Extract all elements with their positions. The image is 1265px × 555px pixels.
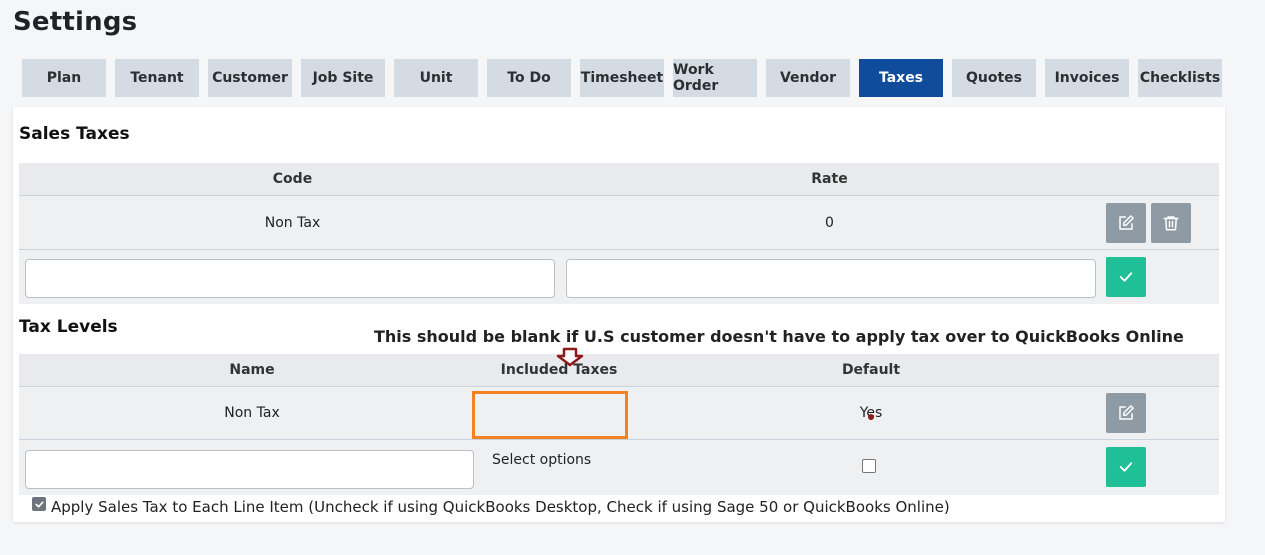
annotation-dot: [868, 414, 874, 420]
sales-tax-rate: 0: [825, 214, 834, 231]
tab-timesheet[interactable]: Timesheet: [580, 59, 664, 97]
edit-icon: [1119, 405, 1134, 420]
tab-quotes[interactable]: Quotes: [952, 59, 1036, 97]
annotation-text: This should be blank if U.S customer doe…: [374, 327, 1184, 346]
new-tax-level-name-input[interactable]: [25, 450, 474, 489]
tax-levels-title: Tax Levels: [19, 317, 118, 337]
trash-icon: [1163, 216, 1179, 231]
tax-level-name: Non Tax: [224, 405, 280, 421]
edit-tax-level-button[interactable]: [1106, 393, 1146, 433]
tab-unit[interactable]: Unit: [394, 59, 478, 97]
tab-job-site[interactable]: Job Site: [301, 59, 385, 97]
taxes-card: Sales Taxes Code Rate Non Tax 0 Tax Leve…: [13, 107, 1225, 522]
page-title: Settings: [13, 7, 138, 37]
save-sales-tax-button[interactable]: [1106, 257, 1146, 297]
apply-sales-tax-label: Apply Sales Tax to Each Line Item (Unche…: [51, 498, 950, 516]
tab-taxes[interactable]: Taxes: [859, 59, 943, 97]
apply-sales-tax-checkbox[interactable]: [32, 497, 46, 511]
tax-level-default: Yes: [859, 405, 883, 421]
tax-level-new-row: Select options: [19, 440, 1219, 495]
tab-vendor[interactable]: Vendor: [766, 59, 850, 97]
column-header-default: Default: [841, 362, 901, 378]
new-sales-tax-rate-input[interactable]: [566, 259, 1096, 298]
edit-sales-tax-button[interactable]: [1106, 203, 1146, 243]
settings-tabs: Plan Tenant Customer Job Site Unit To Do…: [22, 59, 1222, 97]
edit-icon: [1119, 215, 1134, 230]
annotation-highlight-box: [472, 391, 628, 439]
column-header-rate: Rate: [811, 171, 848, 187]
default-checkbox[interactable]: [862, 459, 876, 473]
check-icon: [1119, 272, 1133, 282]
sales-tax-code: Non Tax: [264, 214, 321, 231]
tab-checklists[interactable]: Checklists: [1138, 59, 1222, 97]
included-taxes-select[interactable]: Select options: [492, 452, 591, 468]
delete-sales-tax-button[interactable]: [1151, 203, 1191, 243]
tab-invoices[interactable]: Invoices: [1045, 59, 1129, 97]
down-arrow-icon: [556, 347, 584, 372]
tab-work-order[interactable]: Work Order: [673, 59, 757, 97]
sales-taxes-title: Sales Taxes: [19, 124, 130, 144]
table-row: Non Tax 0: [19, 196, 1219, 250]
tab-customer[interactable]: Customer: [208, 59, 292, 97]
tab-to-do[interactable]: To Do: [487, 59, 571, 97]
sales-tax-new-row: [19, 250, 1219, 304]
save-tax-level-button[interactable]: [1106, 447, 1146, 487]
tax-levels-header: Name Included Taxes Default: [19, 354, 1219, 387]
column-header-name: Name: [229, 362, 275, 378]
tab-plan[interactable]: Plan: [22, 59, 106, 97]
new-sales-tax-code-input[interactable]: [25, 259, 555, 298]
column-header-code: Code: [272, 171, 313, 187]
sales-taxes-header: Code Rate: [19, 163, 1219, 196]
check-icon: [1119, 462, 1133, 472]
tab-tenant[interactable]: Tenant: [115, 59, 199, 97]
check-icon: [34, 500, 44, 508]
